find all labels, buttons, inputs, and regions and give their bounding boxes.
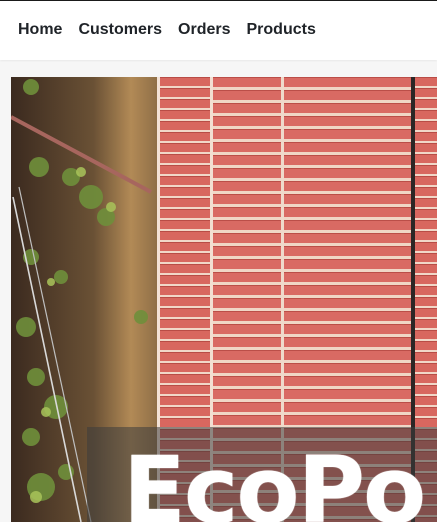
nav-link-home[interactable]: Home	[18, 21, 62, 39]
top-navigation-bar: Home Customers Orders Products	[0, 0, 437, 60]
hero-banner: EcoPo	[11, 77, 437, 522]
nav-link-customers[interactable]: Customers	[78, 21, 162, 39]
hero-title: EcoPo	[123, 437, 426, 522]
nav-link-orders[interactable]: Orders	[178, 21, 230, 39]
nav-link-products[interactable]: Products	[247, 21, 316, 39]
main-nav: Home Customers Orders Products	[18, 21, 316, 39]
